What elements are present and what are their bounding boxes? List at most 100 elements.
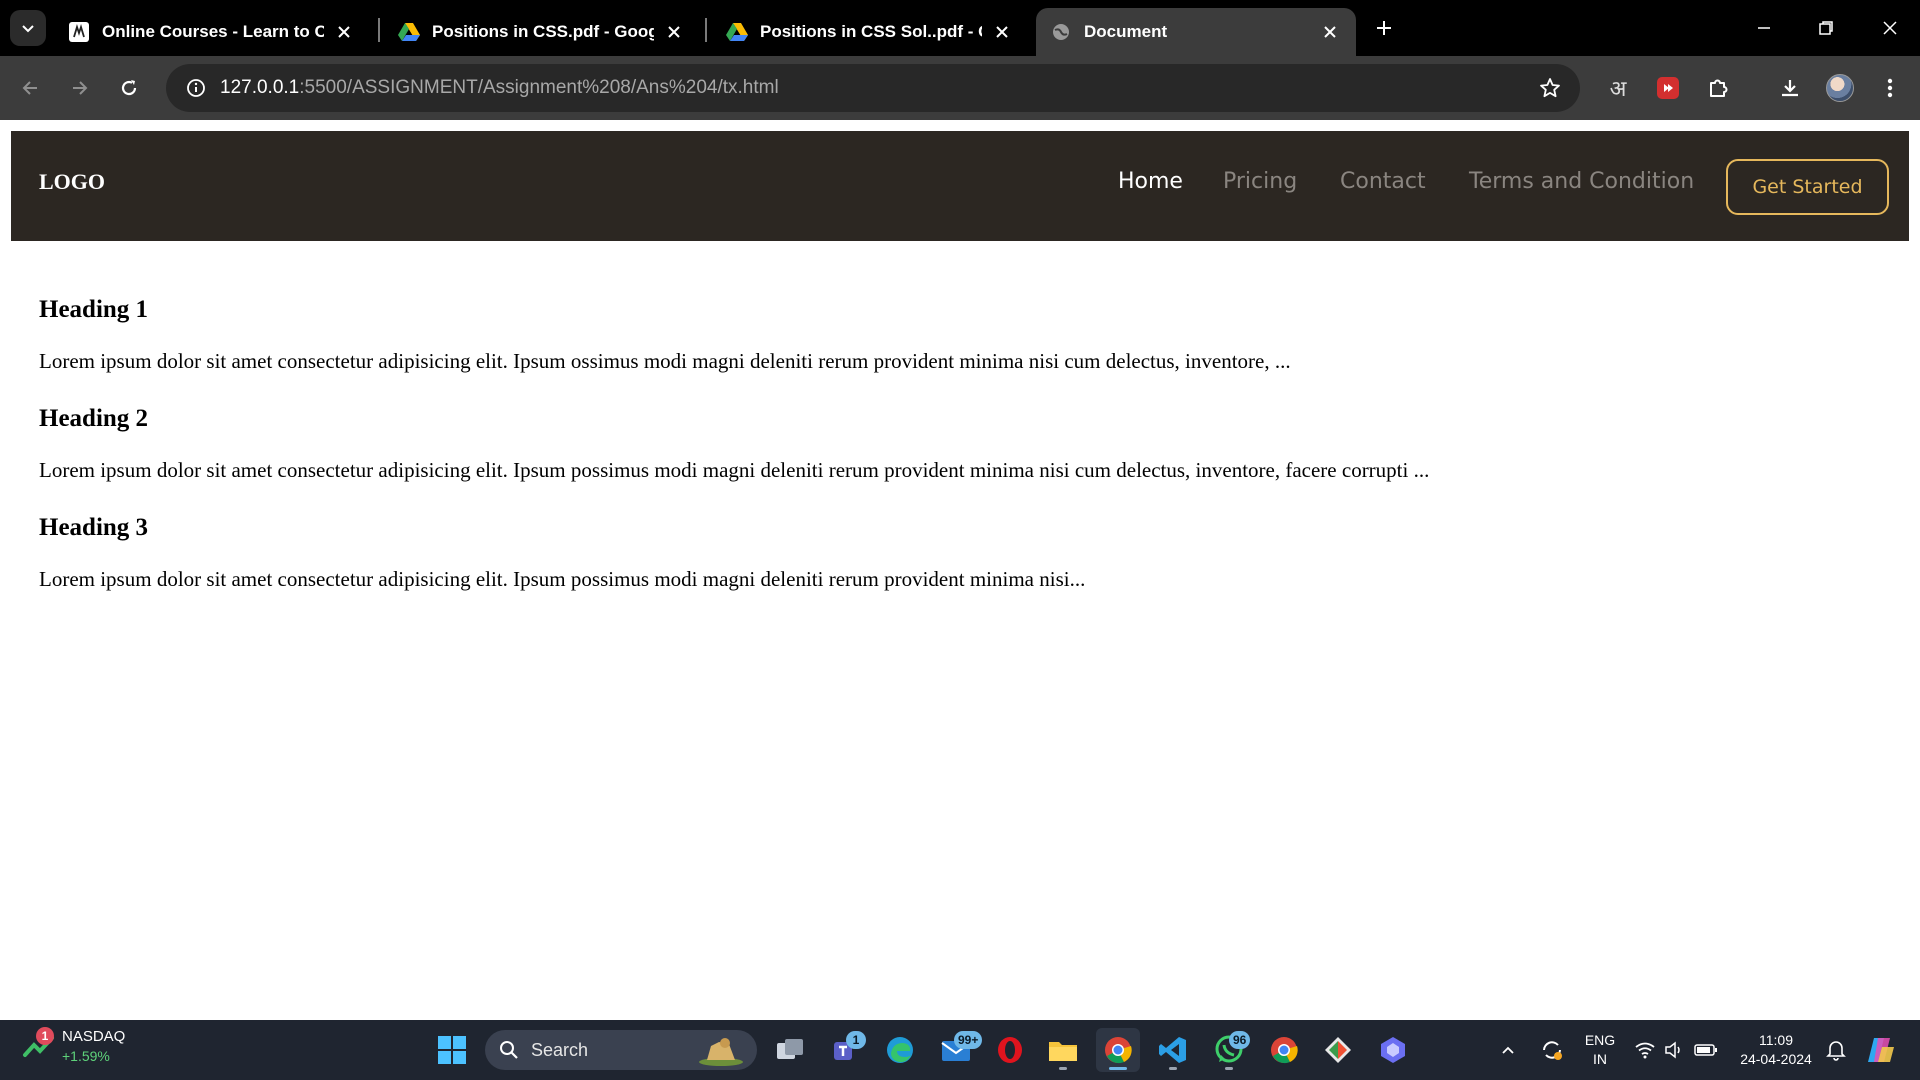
site-navbar: LOGO Home Pricing Contact Terms and Cond… bbox=[11, 131, 1909, 241]
restore-button[interactable] bbox=[1806, 10, 1846, 46]
extension-hindi-button[interactable]: अ bbox=[1598, 68, 1638, 108]
tab-separator bbox=[378, 18, 380, 42]
chrome-icon bbox=[1105, 1037, 1132, 1064]
clock-date: 24-04-2024 bbox=[1740, 1051, 1812, 1067]
chrome-button[interactable] bbox=[1096, 1028, 1140, 1072]
folder-icon bbox=[1049, 1042, 1077, 1061]
chevron-up-icon bbox=[1502, 1046, 1514, 1054]
photos-app-icon bbox=[1381, 1037, 1405, 1063]
reload-icon bbox=[121, 80, 137, 96]
tray-overflow-button[interactable] bbox=[1490, 1028, 1526, 1072]
arrow-left-icon bbox=[22, 81, 37, 95]
copilot-icon bbox=[1868, 1038, 1894, 1062]
notifications-button[interactable] bbox=[1818, 1028, 1854, 1072]
section-heading: Heading 3 bbox=[39, 514, 149, 541]
arrow-right-icon bbox=[73, 81, 88, 95]
profile-button[interactable] bbox=[1820, 68, 1860, 108]
taskbar-search[interactable]: Search bbox=[485, 1030, 757, 1070]
menu-button[interactable] bbox=[1870, 68, 1910, 108]
main-content: Heading 1 Lorem ipsum dolor sit amet con… bbox=[39, 288, 1899, 615]
mail-button[interactable]: 99+ bbox=[934, 1028, 983, 1072]
tab-positions-css-sol[interactable]: Positions in CSS Sol..pdf - Google Drive bbox=[712, 8, 1028, 56]
mail-badge: 99+ bbox=[954, 1031, 983, 1049]
get-started-button[interactable]: Get Started bbox=[1726, 159, 1889, 215]
vscode-icon bbox=[1159, 1037, 1186, 1063]
site-info-icon[interactable] bbox=[172, 64, 220, 112]
close-tab-icon[interactable] bbox=[1318, 20, 1342, 44]
clock[interactable]: 11:09 24-04-2024 bbox=[1728, 1031, 1824, 1069]
reload-button[interactable] bbox=[109, 68, 149, 108]
forward-button[interactable] bbox=[60, 68, 100, 108]
extensions-button[interactable] bbox=[1698, 68, 1738, 108]
battery-icon bbox=[1694, 1044, 1717, 1056]
globe-icon bbox=[1050, 21, 1072, 43]
search-highlight-icon bbox=[699, 1038, 743, 1066]
copilot-button[interactable] bbox=[1858, 1028, 1902, 1072]
close-window-button[interactable] bbox=[1870, 10, 1910, 46]
whatsapp-button[interactable]: 96 bbox=[1207, 1028, 1251, 1072]
teams-button[interactable]: 1 bbox=[824, 1028, 868, 1072]
whatsapp-badge: 96 bbox=[1229, 1031, 1251, 1049]
downloads-button[interactable] bbox=[1770, 68, 1810, 108]
widget-change: +1.59% bbox=[62, 1048, 110, 1064]
running-indicator bbox=[1225, 1067, 1233, 1070]
close-icon bbox=[1883, 21, 1897, 35]
clock-time: 11:09 bbox=[1759, 1032, 1793, 1048]
plus-icon bbox=[1377, 21, 1391, 35]
task-view-icon bbox=[777, 1039, 803, 1059]
close-tab-icon[interactable] bbox=[332, 20, 356, 44]
opera-button[interactable] bbox=[988, 1028, 1032, 1072]
url-text: 127.0.0.1:5500/ASSIGNMENT/Assignment%208… bbox=[220, 77, 779, 99]
opera-icon bbox=[998, 1037, 1022, 1063]
tab-search-button[interactable] bbox=[10, 10, 46, 46]
chrome-profile-button[interactable] bbox=[1262, 1028, 1306, 1072]
edge-icon bbox=[887, 1037, 913, 1063]
address-bar[interactable]: 127.0.0.1:5500/ASSIGNMENT/Assignment%208… bbox=[166, 64, 1580, 112]
download-icon bbox=[1782, 80, 1798, 97]
close-tab-icon[interactable] bbox=[990, 20, 1014, 44]
site-logo[interactable]: LOGO bbox=[39, 169, 105, 195]
browser-tab-bar: Online Courses - Learn to Code Positions… bbox=[0, 0, 1920, 56]
extension-hindi-label: अ bbox=[1609, 77, 1627, 102]
nav-link-terms[interactable]: Terms and Condition bbox=[1469, 169, 1694, 194]
language-region: IN bbox=[1593, 1051, 1607, 1067]
volume-icon bbox=[1665, 1041, 1680, 1059]
tab-document[interactable]: Document bbox=[1036, 8, 1356, 56]
section-paragraph: Lorem ipsum dolor sit amet consectetur a… bbox=[39, 349, 1291, 373]
back-button[interactable] bbox=[10, 68, 50, 108]
nav-link-pricing[interactable]: Pricing bbox=[1223, 169, 1297, 194]
minimize-icon bbox=[1758, 27, 1770, 29]
vscode-button[interactable] bbox=[1151, 1028, 1195, 1072]
extension-red-button[interactable] bbox=[1648, 68, 1688, 108]
sync-tray-button[interactable] bbox=[1532, 1028, 1572, 1072]
minimize-button[interactable] bbox=[1744, 10, 1784, 46]
photos-app-button[interactable] bbox=[1371, 1028, 1415, 1072]
search-label: Search bbox=[531, 1039, 589, 1060]
more-vertical-icon bbox=[1887, 78, 1893, 98]
widget-badge: 1 bbox=[36, 1027, 54, 1045]
stock-widget[interactable]: 1 NASDAQ +1.59% bbox=[22, 1027, 125, 1064]
puzzle-icon bbox=[1710, 79, 1728, 97]
sync-icon bbox=[1543, 1041, 1562, 1060]
url-host: 127.0.0.1 bbox=[220, 77, 300, 98]
chrome-icon bbox=[1271, 1037, 1298, 1064]
task-view-button[interactable] bbox=[768, 1028, 812, 1072]
avatar bbox=[1826, 74, 1854, 102]
language-code: ENG bbox=[1584, 1032, 1616, 1048]
tab-positions-css[interactable]: Positions in CSS.pdf - Google Drive bbox=[384, 8, 700, 56]
tab-online-courses[interactable]: Online Courses - Learn to Code bbox=[54, 8, 370, 56]
close-tab-icon[interactable] bbox=[662, 20, 686, 44]
nav-link-contact[interactable]: Contact bbox=[1340, 169, 1426, 194]
language-indicator[interactable]: ENG IN bbox=[1578, 1031, 1622, 1069]
git-app-button[interactable] bbox=[1316, 1028, 1360, 1072]
google-drive-icon bbox=[726, 21, 748, 43]
start-button[interactable] bbox=[430, 1028, 474, 1072]
windows-taskbar: 1 NASDAQ +1.59% Search 1 99+ 96 ENG IN 1… bbox=[0, 1020, 1920, 1080]
bookmark-star-icon[interactable] bbox=[1534, 72, 1566, 104]
new-tab-button[interactable] bbox=[1368, 12, 1400, 44]
edge-button[interactable] bbox=[878, 1028, 922, 1072]
nav-link-home[interactable]: Home bbox=[1118, 169, 1183, 194]
quick-settings-button[interactable] bbox=[1626, 1028, 1726, 1072]
section-paragraph: Lorem ipsum dolor sit amet consectetur a… bbox=[39, 458, 1430, 482]
file-explorer-button[interactable] bbox=[1041, 1028, 1085, 1072]
